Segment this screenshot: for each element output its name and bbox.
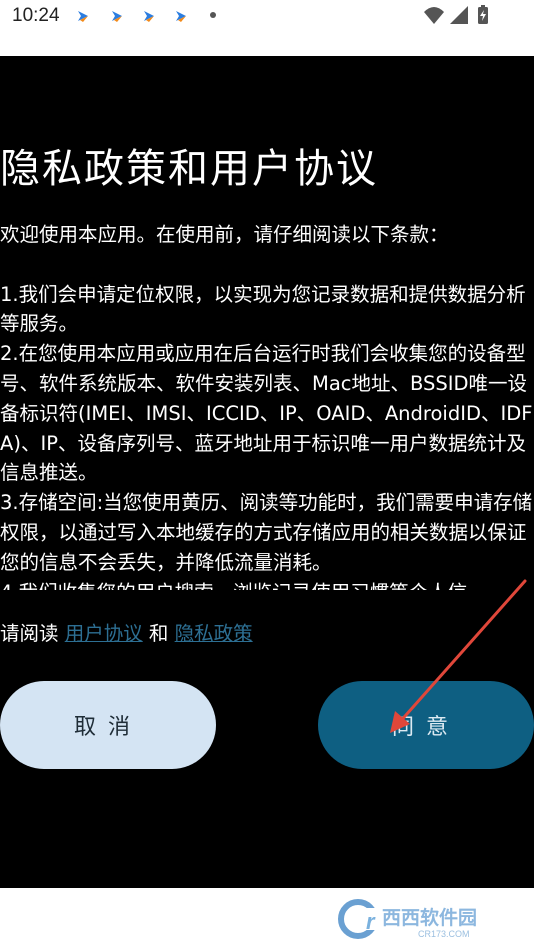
dialog-title: 隐私政策和用户协议 [0,146,378,192]
status-time: 10:24 [12,5,60,26]
signal-icon [450,6,468,24]
privacy-policy-link[interactable]: 隐私政策 [175,622,253,645]
terms-spacer [0,250,534,280]
app-notification-icon [174,8,188,22]
privacy-dialog: 隐私政策和用户协议 欢迎使用本应用。在使用前，请仔细阅读以下条款： 1.我们会申… [0,56,534,888]
wifi-icon [424,7,444,24]
terms-scroll-area[interactable]: 欢迎使用本应用。在使用前，请仔细阅读以下条款： 1.我们会申请定位权限，以实现为… [0,220,534,590]
watermark-url: CR173.COM [418,929,470,939]
links-conjunction: 和 [142,622,175,645]
terms-paragraph: 4.我们收集您的用户搜索、浏览记录使用习惯等个人信 [0,578,534,590]
links-prefix: 请阅读 [0,622,65,645]
terms-paragraph: 欢迎使用本应用。在使用前，请仔细阅读以下条款： [0,223,449,246]
terms-paragraph: 1.我们会申请定位权限，以实现为您记录数据和提供数据分析等服务。 [0,282,526,336]
svg-text:r: r [366,909,376,934]
battery-charging-icon [478,5,488,24]
status-bar: 10:24 [0,0,534,56]
status-indicators [424,5,488,24]
cr173-logo-icon: r [338,899,380,939]
watermark-text: 西西软件园 [382,906,477,929]
cancel-button[interactable]: 取消 [0,681,216,769]
cancel-button-label: 取消 [73,715,142,740]
terms-paragraph: 3.存储空间:当您使用黄历、阅读等功能时，我们需要申请存储权限，以通过写入本地缓… [0,491,533,574]
app-notification-icon [110,8,124,22]
bottom-bar: r 西西软件园 CR173.COM [0,888,534,947]
agree-button-label: 同意 [391,715,460,740]
app-notification-icon [142,8,156,22]
agreement-links: 请阅读 用户协议 和 隐私政策 [0,617,253,646]
app-notification-icon [76,8,90,22]
more-notifications-dot-icon [210,12,216,18]
watermark: r 西西软件园 CR173.COM [338,899,477,939]
terms-paragraph: 2.在您使用本应用或应用在后台运行时我们会收集您的设备型号、软件系统版本、软件安… [0,342,533,485]
user-agreement-link[interactable]: 用户协议 [65,622,143,645]
agree-button[interactable]: 同意 [318,681,534,769]
